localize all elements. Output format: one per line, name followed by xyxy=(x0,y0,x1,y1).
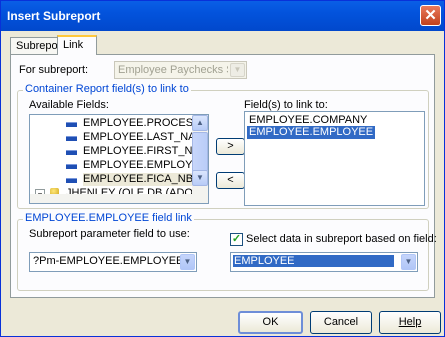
remove-link-label: < xyxy=(227,174,234,186)
title-bar[interactable]: Insert Subreport ✕ xyxy=(1,1,444,31)
tab-subreport[interactable]: Subreport xyxy=(10,37,64,54)
container-fields-group: Container Report field(s) to link to Ava… xyxy=(17,83,429,209)
check-icon: ✓ xyxy=(231,233,242,245)
insert-subreport-dialog: Insert Subreport ✕ Subreport Link For su… xyxy=(0,0,445,337)
for-subreport-label: For subreport: xyxy=(19,64,89,76)
chevron-down-icon: ▼ xyxy=(230,63,245,77)
list-item-label: EMPLOYEE.FIRST_NA xyxy=(83,145,200,157)
link-tab-panel: For subreport: Employee Paychecks Subrep… xyxy=(10,54,437,298)
chevron-down-icon: ▼ xyxy=(196,173,204,182)
window-title: Insert Subreport xyxy=(7,9,101,23)
field-icon xyxy=(66,178,77,183)
tab-link[interactable]: Link xyxy=(57,35,97,55)
chevron-up-icon: ▲ xyxy=(196,118,204,127)
param-field-select[interactable]: ?Pm-EMPLOYEE.EMPLOYEE ▼ xyxy=(29,252,197,272)
cancel-label: Cancel xyxy=(323,316,359,328)
list-item[interactable]: EMPLOYEE.LAST_NA xyxy=(30,131,196,144)
select-data-checkbox[interactable]: ✓ xyxy=(230,233,243,246)
list-item-selected[interactable]: EMPLOYEE.EMPLOYEE xyxy=(247,126,376,139)
scroll-thumb[interactable] xyxy=(192,132,208,172)
list-item-label: EMPLOYEE.LAST_NA xyxy=(83,131,196,143)
tab-link-label: Link xyxy=(63,39,84,51)
chevron-down-icon: ▼ xyxy=(180,254,195,270)
close-icon: ✕ xyxy=(424,7,437,24)
list-item-label: EMPLOYEE.EMPLOYEI xyxy=(83,159,203,171)
chevron-down-icon: ▼ xyxy=(401,254,416,270)
linked-fields-list[interactable]: EMPLOYEE.COMPANY EMPLOYEE.EMPLOYEE xyxy=(244,111,425,206)
help-label: Help xyxy=(398,316,422,328)
scroll-up-button[interactable]: ▲ xyxy=(192,115,208,131)
list-item[interactable]: EMPLOYEE.FICA_NBR xyxy=(30,173,201,186)
available-fields-list[interactable]: EMPLOYEE.PROCESS_ EMPLOYEE.LAST_NA EMPLO… xyxy=(29,114,209,204)
available-fields-vscroll[interactable]: ▲ ▼ xyxy=(192,115,208,203)
field-link-group: EMPLOYEE.EMPLOYEE field link Subreport p… xyxy=(17,212,437,291)
list-item-label: EMPLOYEE.FICA_NBR xyxy=(83,173,201,186)
field-icon xyxy=(66,136,77,141)
list-item[interactable]: EMPLOYEE.PROCESS_ xyxy=(30,117,207,130)
remove-link-button[interactable]: < xyxy=(216,172,245,189)
field-icon xyxy=(66,164,77,169)
cancel-button[interactable]: Cancel xyxy=(310,311,372,334)
select-data-label: Select data in subreport based on field: xyxy=(246,233,437,245)
add-link-label: > xyxy=(227,140,234,152)
for-subreport-value: Employee Paychecks Subrep xyxy=(118,64,228,76)
list-item-label: EMPLOYEE.PROCESS_ xyxy=(83,117,207,129)
select-data-field-select[interactable]: EMPLOYEE ▼ xyxy=(230,252,418,272)
list-item-label: EMPLOYEE.COMPANY xyxy=(249,114,368,126)
field-icon xyxy=(66,150,77,155)
scroll-down-button[interactable]: ▼ xyxy=(192,170,208,186)
ok-label: OK xyxy=(262,316,279,328)
list-item[interactable]: EMPLOYEE.FIRST_NA xyxy=(30,145,200,158)
linked-fields-label: Field(s) to link to: xyxy=(244,99,328,111)
help-button[interactable]: Help xyxy=(379,311,441,334)
available-fields-label: Available Fields: xyxy=(29,99,109,111)
select-data-field-value: EMPLOYEE xyxy=(233,255,394,267)
param-field-label: Subreport parameter field to use: xyxy=(29,228,190,240)
add-link-button[interactable]: > xyxy=(216,138,245,155)
available-fields-hscroll[interactable] xyxy=(30,194,192,203)
field-icon xyxy=(66,122,77,127)
list-item[interactable]: EMPLOYEE.EMPLOYEI xyxy=(30,159,203,172)
for-subreport-select[interactable]: Employee Paychecks Subrep ▼ xyxy=(114,61,247,79)
close-button[interactable]: ✕ xyxy=(420,5,441,26)
ok-button[interactable]: OK xyxy=(238,311,303,334)
list-item-label: EMPLOYEE.EMPLOYEE xyxy=(249,126,374,138)
param-field-value: ?Pm-EMPLOYEE.EMPLOYEE xyxy=(33,255,184,267)
container-fields-legend: Container Report field(s) to link to xyxy=(23,83,191,95)
field-link-legend: EMPLOYEE.EMPLOYEE field link xyxy=(23,212,194,224)
